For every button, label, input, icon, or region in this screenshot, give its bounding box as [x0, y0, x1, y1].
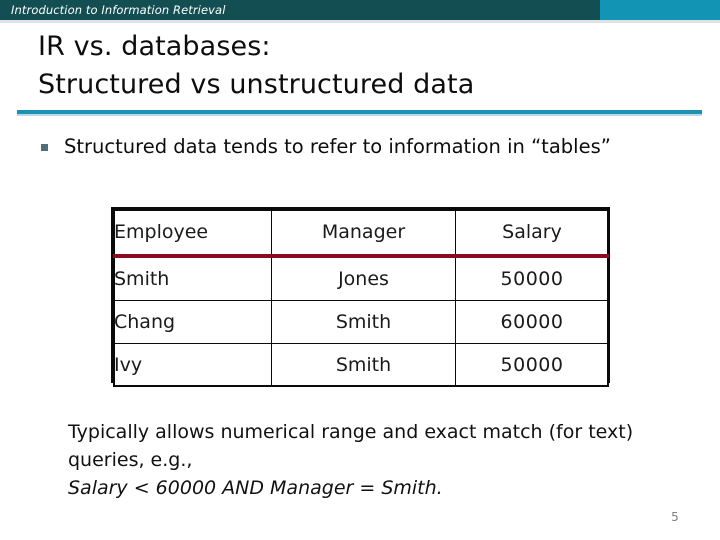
cell-employee: Smith	[113, 255, 272, 301]
page-number: 5	[671, 510, 679, 524]
table-row: Chang Smith 60000	[113, 300, 609, 344]
bullet-item-label: Structured data tends to refer to inform…	[64, 135, 611, 158]
top-banner: Introduction to Information Retrieval	[0, 0, 720, 20]
bullet-item: Structured data tends to refer to inform…	[36, 132, 676, 162]
cell-manager: Smith	[271, 343, 456, 387]
course-title: Introduction to Information Retrieval	[11, 3, 226, 17]
table-row: Smith Jones 50000	[113, 255, 609, 301]
cell-employee: Ivy	[113, 343, 272, 387]
column-header-employee: Employee	[113, 209, 272, 258]
column-header-salary: Salary	[455, 209, 609, 258]
cell-manager: Jones	[271, 255, 456, 301]
square-bullet-icon	[41, 144, 48, 151]
cell-salary: 50000	[455, 343, 609, 387]
employee-table: Employee Manager Salary Smith Jones 5000…	[113, 209, 609, 387]
cell-salary: 60000	[455, 300, 609, 344]
cell-employee: Chang	[113, 300, 272, 344]
table-row: Ivy Smith 50000	[113, 343, 609, 387]
page-title-line-2: Structured vs unstructured data	[38, 69, 475, 100]
column-header-manager: Manager	[271, 209, 456, 258]
closing-line-1: Typically allows numerical range and exa…	[68, 421, 543, 443]
page-title: IR vs. databases: Structured vs unstruct…	[38, 28, 698, 104]
closing-query-example: Salary < 60000 AND Manager = Smith.	[68, 477, 443, 499]
banner-underline	[0, 20, 720, 23]
cell-manager: Smith	[271, 300, 456, 344]
title-divider-shadow	[17, 114, 702, 116]
cell-salary: 50000	[455, 255, 609, 301]
page-title-line-1: IR vs. databases:	[38, 31, 271, 62]
banner-light-segment	[600, 0, 720, 20]
closing-paragraph: Typically allows numerical range and exa…	[68, 418, 678, 502]
table-header-row: Employee Manager Salary	[113, 209, 609, 258]
